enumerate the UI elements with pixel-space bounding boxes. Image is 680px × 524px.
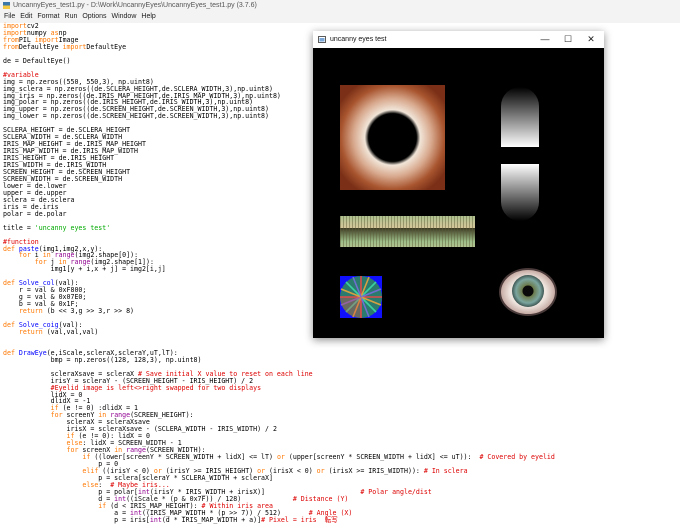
code-line: de = DefaultEye() <box>3 56 71 65</box>
minimize-button[interactable]: — <box>533 31 557 48</box>
preview-window: uncanny eyes test — ☐ ✕ <box>313 31 604 338</box>
window-app-icon <box>318 36 326 43</box>
code-line: img_lower = np.zeros((de.SCREEN_HEIGHT,d… <box>3 112 269 121</box>
eye-textures <box>340 85 557 318</box>
python-icon <box>3 2 10 9</box>
maximize-button[interactable]: ☐ <box>556 31 580 48</box>
menu-format[interactable]: Format <box>37 11 64 23</box>
menu-bar: File Edit Format Run Options Window Help <box>0 11 680 23</box>
upper-eyelid-map <box>501 87 539 147</box>
rendered-eye <box>499 268 557 316</box>
menu-window[interactable]: Window <box>111 11 141 23</box>
code-line: return (b << 3,g >> 3,r >> 8) <box>18 307 135 316</box>
preview-title-bar: uncanny eyes test — ☐ ✕ <box>313 31 604 48</box>
menu-options[interactable]: Options <box>82 11 111 23</box>
code-line: bmp = np.zeros((128, 128,3), np.uint8) <box>3 355 202 364</box>
close-button[interactable]: ✕ <box>579 31 603 48</box>
code-line: return (val,val,val) <box>18 327 99 336</box>
title-bar: UncannyEyes_test1.py - D:\Work\UncannyEy… <box>0 0 680 11</box>
window-title: UncannyEyes_test1.py - D:\Work\UncannyEy… <box>13 2 257 9</box>
code-line: p = iris[int(d * IRIS_MAP_WIDTH + a)]# P… <box>3 515 338 524</box>
code-line: title = 'uncanny eyes test' <box>3 223 111 232</box>
polar-map <box>340 276 382 318</box>
code-line: polar = de.polar <box>3 209 67 218</box>
iris-map-texture <box>340 216 475 247</box>
preview-title: uncanny eyes test <box>330 36 387 43</box>
preview-canvas <box>313 48 604 338</box>
code-line: fromDefaultEye importDefaultEye <box>3 42 127 51</box>
menu-help[interactable]: Help <box>141 11 160 23</box>
sclera-texture <box>340 85 445 190</box>
code-line: img1[y + i,x + j] = img2[i,j] <box>3 265 166 274</box>
lower-eyelid-map <box>501 164 539 221</box>
menu-run[interactable]: Run <box>65 11 83 23</box>
